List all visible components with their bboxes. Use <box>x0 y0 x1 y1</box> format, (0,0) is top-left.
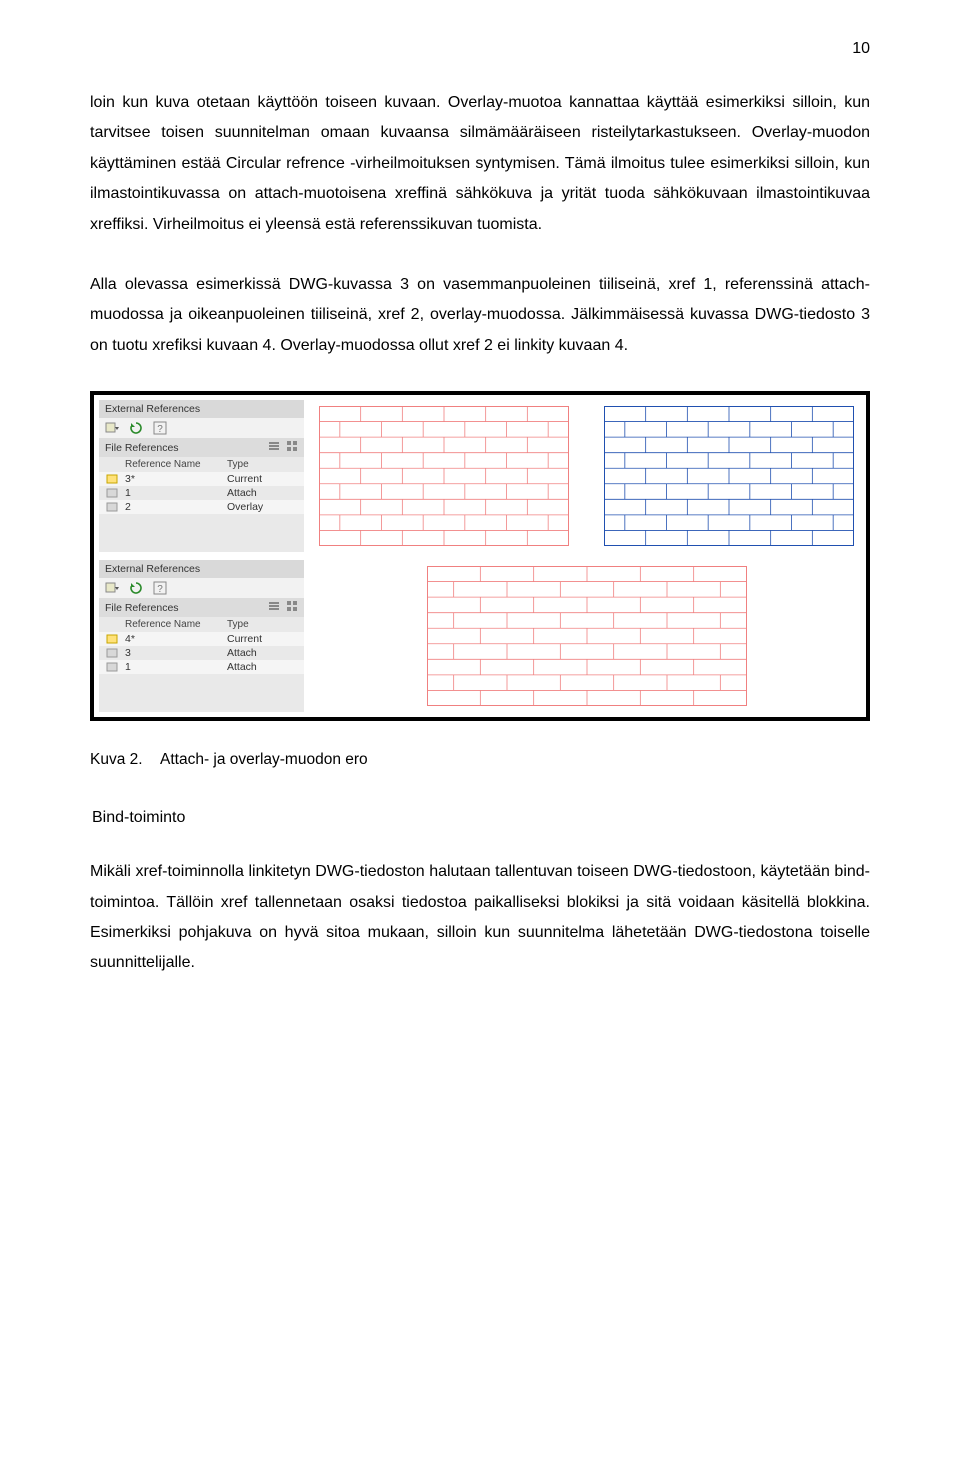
panel-title: External References <box>99 560 304 578</box>
dwg-attach-icon <box>105 661 119 673</box>
figure-2: External References ? File References <box>90 391 870 721</box>
brick-wall-red-2 <box>427 566 747 706</box>
col-type: Type <box>227 459 249 470</box>
ref-type: Attach <box>227 487 257 499</box>
help-icon[interactable]: ? <box>153 421 167 435</box>
ref-type: Attach <box>227 647 257 659</box>
dwg-current-icon <box>105 633 119 645</box>
file-rows-top: 3* Current 1 Attach 2 Overlay <box>99 472 304 520</box>
paragraph-1: loin kun kuva otetaan käyttöön toiseen k… <box>90 88 870 240</box>
ref-name: 4* <box>125 633 227 645</box>
caption-text: Attach- ja overlay-muodon ero <box>160 751 368 768</box>
file-references-header: File References <box>99 598 304 617</box>
list-view-icon[interactable] <box>268 440 280 455</box>
caption-label: Kuva 2. <box>90 751 143 768</box>
xref-panel-top: External References ? File References <box>99 400 304 552</box>
dwg-current-icon <box>105 473 119 485</box>
ref-name: 1 <box>125 661 227 673</box>
file-references-header: File References <box>99 438 304 457</box>
figure-caption: Kuva 2. Attach- ja overlay-muodon ero <box>90 751 870 769</box>
paragraph-2: Alla olevassa esimerkissä DWG-kuvassa 3 … <box>90 270 870 361</box>
figure-bottom-row: External References ? File References <box>99 560 861 712</box>
col-name: Reference Name <box>125 459 227 470</box>
table-row[interactable]: 1 Attach <box>99 660 304 674</box>
ref-type: Attach <box>227 661 257 673</box>
column-headers: Reference Name Type <box>99 457 304 472</box>
col-type: Type <box>227 619 249 630</box>
subheading-bind: Bind-toiminto <box>92 809 870 827</box>
dwg-attach-icon <box>105 487 119 499</box>
brick-wall-red-1 <box>319 406 569 546</box>
drawing-area-bottom <box>312 560 861 712</box>
table-row[interactable]: 2 Overlay <box>99 500 304 514</box>
drawing-area-top <box>312 400 861 552</box>
svg-text:?: ? <box>157 424 163 435</box>
xref-panel-bottom: External References ? File References <box>99 560 304 712</box>
column-headers: Reference Name Type <box>99 617 304 632</box>
col-name: Reference Name <box>125 619 227 630</box>
table-row[interactable]: 1 Attach <box>99 486 304 500</box>
details-view-icon[interactable] <box>286 440 298 455</box>
ref-type: Current <box>227 633 262 645</box>
ref-type: Current <box>227 473 262 485</box>
attach-dropdown-icon[interactable] <box>105 421 119 435</box>
document-page: 10 loin kun kuva otetaan käyttöön toisee… <box>0 0 960 1069</box>
ref-name: 3 <box>125 647 227 659</box>
ref-name: 3* <box>125 473 227 485</box>
help-icon[interactable]: ? <box>153 581 167 595</box>
dwg-overlay-icon <box>105 501 119 513</box>
refresh-dropdown-icon[interactable] <box>129 421 143 435</box>
panel-toolbar: ? <box>99 418 304 438</box>
panel-title: External References <box>99 400 304 418</box>
table-row[interactable]: 4* Current <box>99 632 304 646</box>
figure-top-row: External References ? File References <box>99 400 861 552</box>
table-row[interactable]: 3* Current <box>99 472 304 486</box>
svg-text:?: ? <box>157 584 163 595</box>
brick-wall-blue <box>604 406 854 546</box>
file-rows-bottom: 4* Current 3 Attach 1 Attach <box>99 632 304 680</box>
panel-toolbar: ? <box>99 578 304 598</box>
ref-type: Overlay <box>227 501 263 513</box>
list-view-icon[interactable] <box>268 600 280 615</box>
details-view-icon[interactable] <box>286 600 298 615</box>
ref-name: 2 <box>125 501 227 513</box>
refresh-dropdown-icon[interactable] <box>129 581 143 595</box>
ref-name: 1 <box>125 487 227 499</box>
paragraph-3: Mikäli xref-toiminnolla linkitetyn DWG-t… <box>90 857 870 979</box>
section-title: File References <box>105 442 179 454</box>
section-title: File References <box>105 602 179 614</box>
table-row[interactable]: 3 Attach <box>99 646 304 660</box>
attach-dropdown-icon[interactable] <box>105 581 119 595</box>
page-number: 10 <box>90 40 870 58</box>
dwg-attach-icon <box>105 647 119 659</box>
